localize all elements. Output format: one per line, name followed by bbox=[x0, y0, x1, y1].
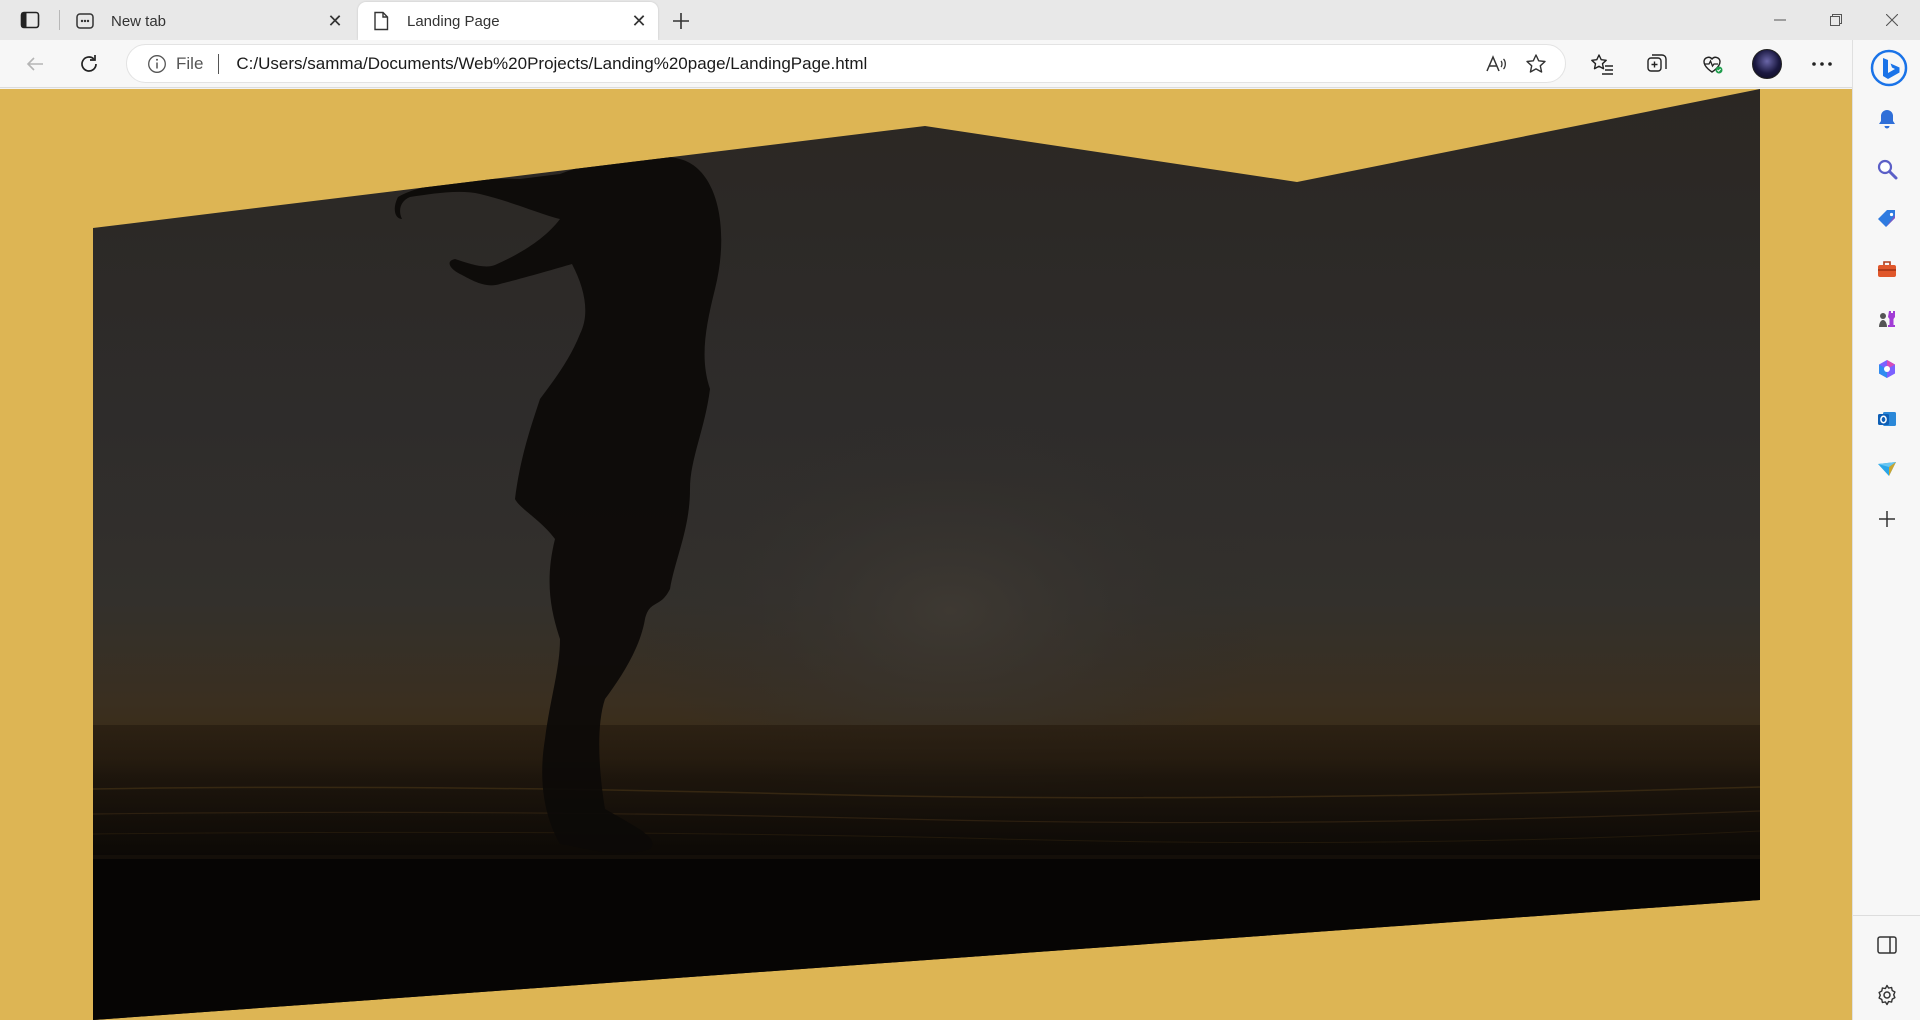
more-menu-icon[interactable] bbox=[1806, 48, 1838, 80]
hero-image bbox=[93, 89, 1760, 1020]
close-tab-icon[interactable]: ✕ bbox=[626, 8, 652, 34]
tab-label: New tab bbox=[111, 12, 167, 30]
shopping-tag-icon[interactable] bbox=[1853, 194, 1920, 244]
microsoft-365-icon[interactable] bbox=[1853, 344, 1920, 394]
tab-landing-page[interactable]: Landing Page ✕ bbox=[358, 2, 658, 40]
back-arrow-icon bbox=[26, 57, 43, 71]
tab-separator bbox=[59, 10, 60, 30]
tab-actions-icon bbox=[20, 11, 40, 29]
search-icon[interactable] bbox=[1853, 144, 1920, 194]
bing-icon bbox=[1870, 49, 1908, 87]
add-icon[interactable] bbox=[1853, 494, 1920, 544]
bing-chat-button[interactable] bbox=[1869, 48, 1909, 88]
browser-essentials-icon[interactable] bbox=[1696, 48, 1728, 80]
tab-actions-button[interactable] bbox=[14, 8, 46, 32]
close-window-button[interactable] bbox=[1864, 0, 1920, 40]
profile-avatar bbox=[1752, 49, 1782, 79]
scheme-label: File bbox=[176, 53, 204, 73]
url-text[interactable]: C:/Users/samma/Documents/Web%20Projects/… bbox=[236, 54, 867, 74]
profile-button[interactable] bbox=[1751, 48, 1783, 80]
document-icon bbox=[371, 11, 391, 31]
tab-label: Landing Page bbox=[407, 12, 500, 30]
read-aloud-icon[interactable] bbox=[1481, 49, 1511, 79]
favorite-star-icon[interactable] bbox=[1521, 49, 1551, 79]
sidebar-bottom bbox=[1853, 915, 1920, 1020]
sidebar-apps bbox=[1853, 94, 1920, 544]
new-tab-page-icon bbox=[75, 11, 95, 31]
close-icon bbox=[1886, 14, 1898, 26]
plus-icon bbox=[673, 13, 689, 29]
toolbar-icons bbox=[1586, 48, 1838, 80]
page-viewport bbox=[0, 89, 1852, 1020]
tab-new-tab[interactable]: New tab ✕ bbox=[62, 2, 354, 40]
restore-icon bbox=[1830, 14, 1842, 26]
outlook-icon[interactable] bbox=[1853, 394, 1920, 444]
minimize-icon bbox=[1774, 19, 1786, 21]
url-separator bbox=[218, 53, 220, 74]
close-tab-icon[interactable]: ✕ bbox=[322, 8, 348, 34]
browser-toolbar: File C:/Users/samma/Documents/Web%20Proj… bbox=[0, 40, 1920, 88]
back-button[interactable] bbox=[19, 48, 51, 80]
notifications-bell-icon[interactable] bbox=[1853, 94, 1920, 144]
minimize-button[interactable] bbox=[1752, 0, 1808, 40]
settings-gear-icon[interactable] bbox=[1853, 970, 1920, 1020]
site-info-icon[interactable] bbox=[147, 54, 167, 74]
drop-icon[interactable] bbox=[1853, 444, 1920, 494]
games-icon[interactable] bbox=[1853, 294, 1920, 344]
refresh-icon bbox=[81, 55, 97, 72]
edge-sidebar bbox=[1852, 40, 1920, 1020]
hide-sidebar-icon[interactable] bbox=[1853, 920, 1920, 970]
tools-briefcase-icon[interactable] bbox=[1853, 244, 1920, 294]
tab-strip: New tab ✕ Landing Page ✕ bbox=[0, 0, 1920, 40]
favorites-icon[interactable] bbox=[1586, 48, 1618, 80]
address-bar[interactable]: File C:/Users/samma/Documents/Web%20Proj… bbox=[126, 44, 1566, 83]
new-tab-button[interactable] bbox=[666, 6, 696, 36]
restore-button[interactable] bbox=[1808, 0, 1864, 40]
collections-icon[interactable] bbox=[1641, 48, 1673, 80]
refresh-button[interactable] bbox=[73, 48, 105, 80]
window-controls bbox=[1752, 0, 1920, 40]
